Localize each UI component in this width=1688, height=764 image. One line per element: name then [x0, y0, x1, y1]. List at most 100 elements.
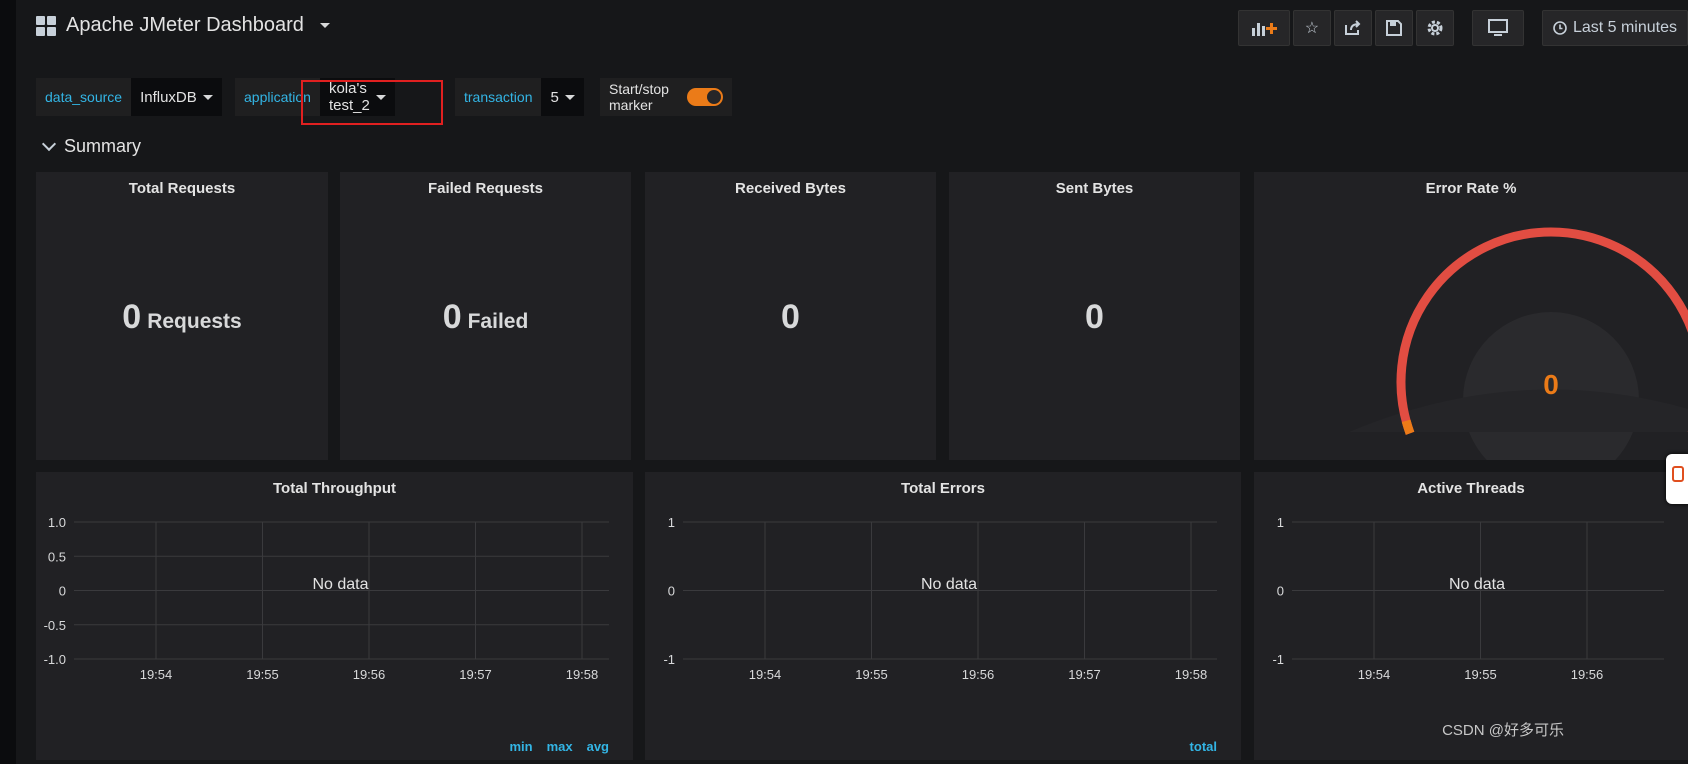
star-icon: ☆	[1304, 20, 1320, 37]
stat-value: 0	[645, 298, 936, 337]
stat-value: 0 Failed	[340, 298, 631, 337]
panel-total-requests[interactable]: Total Requests 0 Requests	[36, 172, 328, 460]
y-tick-label: -1	[663, 652, 675, 667]
panel-sent-bytes[interactable]: Sent Bytes 0	[949, 172, 1240, 460]
caret-down-icon	[202, 94, 213, 100]
x-tick-label: 19:56	[1571, 667, 1604, 682]
panel-total-throughput[interactable]: Total Throughput 1.0 0.5 0 -0.5 -1.0 19:54 19:…	[36, 472, 633, 760]
no-data-message: No data	[1449, 576, 1505, 593]
start-stop-toggle[interactable]	[677, 78, 732, 116]
transaction-dropdown[interactable]: 5	[541, 78, 584, 116]
add-panel-icon	[1251, 23, 1277, 36]
stat-number: 0	[781, 298, 800, 336]
panel-received-bytes[interactable]: Received Bytes 0	[645, 172, 936, 460]
y-tick-label: -1.0	[44, 652, 66, 667]
share-button[interactable]	[1333, 10, 1372, 46]
save-button[interactable]	[1374, 10, 1413, 46]
gear-icon	[1427, 20, 1443, 36]
x-tick-label: 19:55	[1464, 667, 1497, 682]
gauge-threshold	[1401, 419, 1415, 435]
no-data-message: No data	[312, 576, 368, 593]
time-range-picker[interactable]: Last 5 minutes	[1541, 10, 1688, 46]
y-tick-label: 0	[1277, 584, 1284, 599]
stat-unit: Failed	[467, 310, 529, 333]
variable-value: 5	[550, 88, 559, 106]
time-range-label: Last 5 minutes	[1572, 19, 1677, 36]
panel-title: Sent Bytes	[1055, 180, 1134, 197]
error-rate-gauge: 0	[1349, 227, 1688, 460]
legend-label[interactable]: total	[1190, 739, 1217, 754]
throughput-graph: 1.0 0.5 0 -0.5 -1.0 19:54 19:55 19:56 19:57 19:58…	[44, 515, 609, 682]
x-tick-label: 19:54	[140, 667, 173, 682]
clock-icon	[1553, 21, 1567, 35]
stat-number: 0	[1085, 298, 1104, 336]
variable-label: Start/stop marker	[600, 78, 678, 116]
y-tick-label: 0.5	[48, 549, 66, 564]
caret-down-icon	[564, 94, 575, 100]
row-header-summary[interactable]: Summary	[41, 136, 142, 157]
x-tick-label: 19:57	[459, 667, 492, 682]
legend-label[interactable]: max	[547, 739, 573, 754]
panel-failed-requests[interactable]: Failed Requests 0 Failed	[340, 172, 631, 460]
data-source-dropdown[interactable]: InfluxDB	[131, 78, 222, 116]
panel-title: Received Bytes	[735, 180, 846, 197]
y-tick-label: -1	[1272, 652, 1284, 667]
x-tick-label: 19:54	[749, 667, 782, 682]
panel-title: Failed Requests	[427, 180, 544, 197]
share-icon	[1344, 20, 1361, 35]
variable-label: data_source	[36, 78, 132, 116]
graph-legend: total	[1190, 739, 1217, 754]
panel-title: Total Requests	[128, 180, 236, 197]
errors-graph: 1 0 -1 19:54 19:55 19:56 19:57 19:58 No data	[663, 515, 1217, 682]
add-panel-button[interactable]	[1237, 10, 1290, 46]
panel-error-rate[interactable]: Error Rate % 0	[1254, 172, 1688, 460]
dashboard-title[interactable]: Apache JMeter Dashboard	[36, 14, 330, 37]
toggle-switch[interactable]	[686, 88, 723, 106]
stat-unit: Requests	[147, 310, 242, 333]
variable-data-source: data_source InfluxDB	[36, 78, 222, 116]
tv-icon	[1487, 19, 1508, 36]
y-tick-label: 1	[1277, 515, 1284, 530]
panel-active-threads[interactable]: Active Threads 1 0 -1 19:54 19:55 19:56 No dat…	[1254, 472, 1688, 760]
dashboard-grid-icon	[36, 15, 56, 36]
star-button[interactable]: ☆	[1292, 10, 1331, 46]
x-tick-label: 19:56	[353, 667, 386, 682]
y-tick-label: 1.0	[48, 515, 66, 530]
tv-mode-button[interactable]	[1471, 10, 1524, 46]
variable-label: transaction	[455, 78, 542, 116]
x-tick-label: 19:55	[246, 667, 279, 682]
legend-label[interactable]: min	[509, 739, 532, 754]
stat-number: 0	[122, 298, 142, 336]
threads-graph: 1 0 -1 19:54 19:55 19:56 No data	[1272, 515, 1664, 682]
variable-transaction: transaction 5	[455, 78, 584, 116]
graph-legend: min max avg	[509, 739, 609, 754]
y-tick-label: -0.5	[44, 618, 66, 633]
save-icon	[1385, 20, 1402, 36]
gauge-value: 0	[1543, 369, 1559, 400]
x-tick-label: 19:58	[1175, 667, 1208, 682]
stat-value: 0 Requests	[36, 298, 328, 337]
x-tick-label: 19:57	[1068, 667, 1101, 682]
x-tick-label: 19:55	[855, 667, 888, 682]
y-tick-label: 0	[59, 584, 66, 599]
row-title: Summary	[64, 136, 142, 156]
chevron-down-icon	[41, 136, 57, 152]
annotation-highlight-box	[301, 80, 443, 125]
y-tick-label: 1	[668, 515, 675, 530]
x-tick-label: 19:58	[566, 667, 599, 682]
floating-widget[interactable]	[1666, 454, 1688, 504]
legend-label[interactable]: avg	[587, 739, 609, 754]
no-data-message: No data	[921, 576, 977, 593]
dashboard-title-text: Apache JMeter Dashboard	[66, 14, 304, 36]
settings-button[interactable]	[1415, 10, 1454, 46]
dashboard-toolbar: ☆ Last 5 minutes	[1237, 10, 1688, 46]
side-menu-strip	[0, 0, 16, 764]
panel-total-errors[interactable]: Total Errors 1 0 -1 19:54 19:55 19:56 19:57 19:…	[645, 472, 1241, 760]
x-tick-label: 19:54	[1358, 667, 1391, 682]
y-tick-label: 0	[668, 584, 675, 599]
variable-value: InfluxDB	[140, 88, 197, 106]
watermark: CSDN @好多可乐	[1442, 722, 1564, 739]
variable-start-stop-marker: Start/stop marker	[600, 78, 732, 116]
x-tick-label: 19:56	[962, 667, 995, 682]
stat-number: 0	[442, 298, 462, 336]
